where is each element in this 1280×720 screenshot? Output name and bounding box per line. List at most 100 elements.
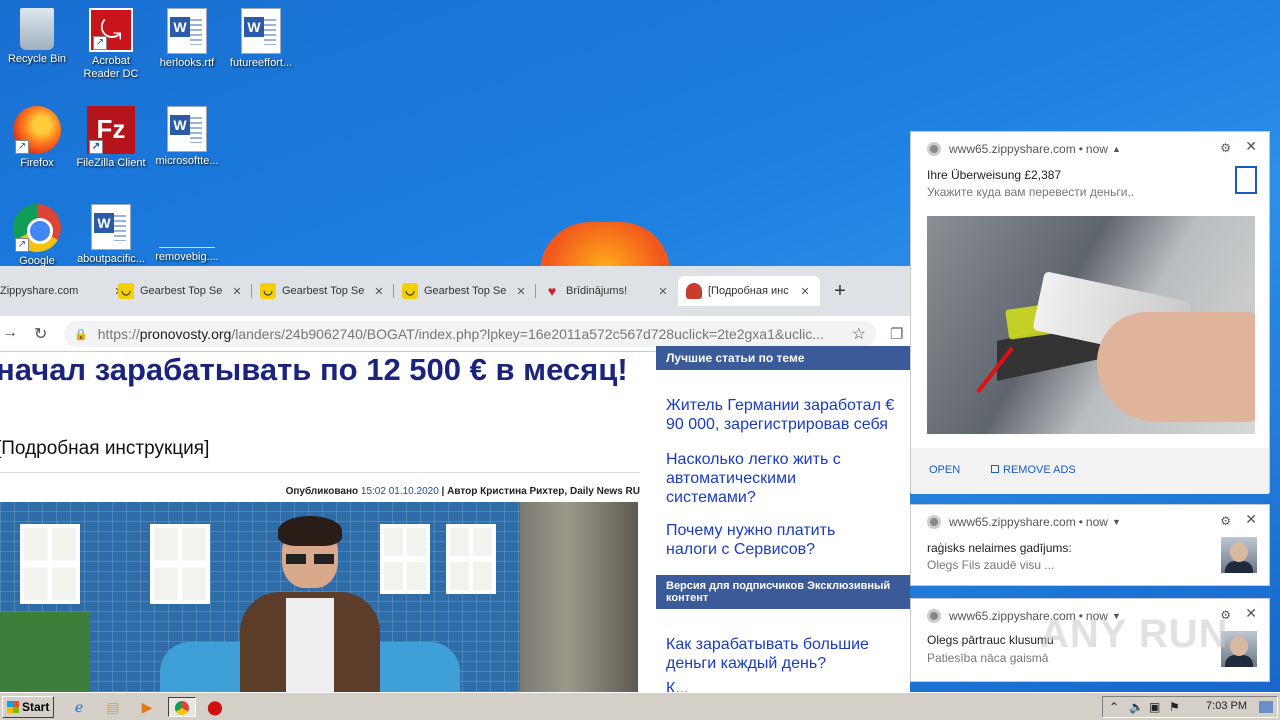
close-icon[interactable]: ✕	[514, 285, 528, 298]
sidebar-section-title: Лучшие статьи по теме	[656, 346, 910, 370]
acrobat-icon: ⤿ ↗	[89, 8, 133, 52]
lock-icon: 🔒	[74, 328, 88, 341]
close-icon[interactable]: ✕	[230, 285, 244, 298]
tab-label: Gearbest Top Se	[140, 285, 223, 297]
notification-image-atm-card	[927, 216, 1255, 434]
notification-card[interactable]: www65.zippyshare.com • now ▼ ⚙ ✕ raģisks ne…	[910, 504, 1270, 586]
remove-ads-button[interactable]: REMOVE ADS	[991, 464, 1076, 476]
sidebar-link[interactable]: Насколько легко жить с автоматическими с…	[656, 450, 896, 507]
notification-header: www65.zippyshare.com • now ▼	[927, 515, 1121, 529]
word-doc-icon	[167, 8, 207, 54]
volume-icon[interactable]: 🔈	[1129, 700, 1144, 714]
open-button[interactable]: OPEN	[929, 464, 960, 476]
page-content: начал зарабатывать по 12 500 € в месяц! …	[0, 346, 910, 692]
sidebar-link[interactable]: К...	[656, 679, 910, 692]
tab-gearbest-1[interactable]: ◡ Gearbest Top Se ✕	[110, 276, 252, 306]
media-player-icon[interactable]: ▶	[136, 697, 158, 717]
desktop-icon-recycle-bin[interactable]: Recycle Bin	[0, 4, 74, 66]
sidebar-link[interactable]: Житель Германии заработал € 90 000, заре…	[656, 396, 910, 434]
related-articles-sidebar: Лучшие статьи по теме Житель Германии за…	[656, 346, 910, 692]
close-icon[interactable]: ✕	[1245, 138, 1257, 155]
show-hidden-icons-icon[interactable]: ⌃	[1109, 700, 1119, 714]
tab-label: Gearbest Top Se	[282, 285, 365, 297]
clock[interactable]: 7:03 PM	[1206, 700, 1247, 712]
notification-body: Укажите куда вам перевести деньги..	[927, 185, 1135, 199]
close-icon[interactable]: ✕	[798, 285, 812, 298]
sidebar-link[interactable]: Как зарабатывать большие деньги каждый д…	[656, 635, 906, 673]
gearbest-icon: ◡	[260, 283, 276, 299]
notification-title: Olegs pārtrauc klusumu	[927, 633, 1054, 647]
tab-strip: Zippyshare.com ✕ ◡ Gearbest Top Se ✕ ◡ G…	[0, 266, 910, 316]
desktop-icon-aboutpacific[interactable]: aboutpacific...	[74, 200, 148, 266]
show-desktop-icon[interactable]	[1259, 701, 1273, 713]
article-subhead: [Подробная инструкция]	[0, 438, 210, 459]
tab-gearbest-3[interactable]: ◡ Gearbest Top Se ✕	[394, 276, 536, 306]
document-icon	[1235, 166, 1257, 194]
blank-file-icon	[159, 204, 215, 248]
filezilla-icon: Fz ↗	[87, 106, 135, 154]
desktop-icon-google-chrome[interactable]: ↗ Google	[0, 200, 74, 268]
divider	[0, 472, 640, 473]
firefox-icon: ↗	[13, 106, 61, 154]
desktop-icon-filezilla[interactable]: Fz ↗ FileZilla Client	[74, 102, 148, 170]
close-icon[interactable]: ✕	[372, 285, 386, 298]
action-center-flag-icon[interactable]: ⚑	[1169, 700, 1180, 714]
windows-flag-icon	[7, 701, 19, 713]
close-icon[interactable]: ✕	[656, 285, 670, 298]
word-doc-icon	[167, 106, 207, 152]
chrome-icon: ↗	[13, 204, 61, 252]
desktop-icon-microsoftte[interactable]: microsoftte...	[150, 102, 224, 168]
browser-window: Zippyshare.com ✕ ◡ Gearbest Top Se ✕ ◡ G…	[0, 266, 910, 692]
bookmark-star-icon[interactable]: ☆	[852, 324, 866, 344]
desktop-icon-firefox[interactable]: ↗ Firefox	[0, 102, 74, 170]
extension-icon[interactable]: ❐	[890, 325, 903, 343]
tab-gearbest-2[interactable]: ◡ Gearbest Top Se ✕	[252, 276, 394, 306]
chrome-taskbar-icon[interactable]	[168, 697, 196, 717]
tab-podrobnaya-active[interactable]: [Подробная инс ✕	[678, 276, 820, 306]
close-icon[interactable]: ✕	[1245, 605, 1257, 622]
desktop-icon-label: futureeffort...	[229, 57, 293, 69]
sidebar-link[interactable]: Почему нужно платить налоги с Сервисов?	[656, 521, 896, 559]
tab-label: [Подробная инс	[708, 285, 789, 297]
article-headline: начал зарабатывать по 12 500 € в месяц!	[0, 352, 628, 387]
desktop-icon-label: Firefox	[20, 157, 54, 169]
network-icon[interactable]: ▣	[1149, 700, 1160, 714]
word-doc-icon	[241, 8, 281, 54]
article-byline: Опубликовано 15:02 01.10.2020 | Автор Кр…	[285, 486, 640, 497]
desktop-icon-label: removebig....	[155, 251, 219, 263]
folder-icon[interactable]: ▤	[102, 697, 124, 717]
settings-gear-icon[interactable]: ⚙	[1220, 141, 1231, 155]
notification-body: Olegs Fils zaudē visu ...	[927, 558, 1055, 572]
warning-stop-icon[interactable]: ⬤	[204, 697, 226, 717]
chevron-up-icon: ▲	[1111, 144, 1121, 154]
internet-explorer-icon[interactable]: ℯ	[68, 697, 90, 717]
chrome-icon	[927, 609, 941, 623]
heart-icon: ♥	[547, 283, 557, 299]
desktop-icon-removebig[interactable]: removebig....	[150, 200, 224, 264]
gearbest-icon: ◡	[118, 283, 134, 299]
article-photo	[0, 502, 638, 692]
taskbar: Start ℯ ▤ ▶ ⬤ ⌃ 🔈 ▣ ⚑ 7:03 PM	[0, 692, 1280, 720]
tab-label: Brīdinājums!	[566, 285, 628, 297]
desktop-icon-label: microsoftte...	[155, 155, 219, 167]
desktop-icon-futureeffort[interactable]: futureeffort...	[224, 4, 298, 70]
notification-title: raģisks nelaimes gadījums:	[927, 541, 1072, 555]
tab-bridinajums[interactable]: ♥ Brīdinājums! ✕	[536, 276, 678, 306]
desktop-icon-label: Acrobat Reader DC	[83, 55, 139, 80]
start-button[interactable]: Start	[2, 696, 54, 718]
close-icon[interactable]: ✕	[1245, 511, 1257, 528]
notification-card[interactable]: www65.zippyshare.com • now ▲ ⚙ ✕ Ihre Überw…	[910, 131, 1270, 494]
desktop-icon-acrobat[interactable]: ⤿ ↗ Acrobat Reader DC	[74, 4, 148, 81]
desktop-icon-label: FileZilla Client	[76, 157, 146, 169]
gearbest-icon: ◡	[402, 283, 418, 299]
desktop-icon-label: aboutpacific...	[77, 253, 145, 265]
new-tab-button[interactable]: +	[828, 280, 852, 303]
settings-gear-icon[interactable]: ⚙	[1220, 514, 1231, 528]
notification-title: Ihre Überweisung £2,387	[927, 168, 1062, 182]
tab-label: Gearbest Top Se	[424, 285, 507, 297]
system-tray: ⌃ 🔈 ▣ ⚑ 7:03 PM	[1102, 696, 1278, 718]
desktop-icon-herlooks[interactable]: herlooks.rtf	[150, 4, 224, 70]
reload-icon[interactable]: ↻	[34, 324, 47, 344]
forward-icon[interactable]: →	[2, 324, 18, 342]
address-bar[interactable]: 🔒 https://pronovosty.org/landers/24b9062…	[64, 321, 876, 347]
